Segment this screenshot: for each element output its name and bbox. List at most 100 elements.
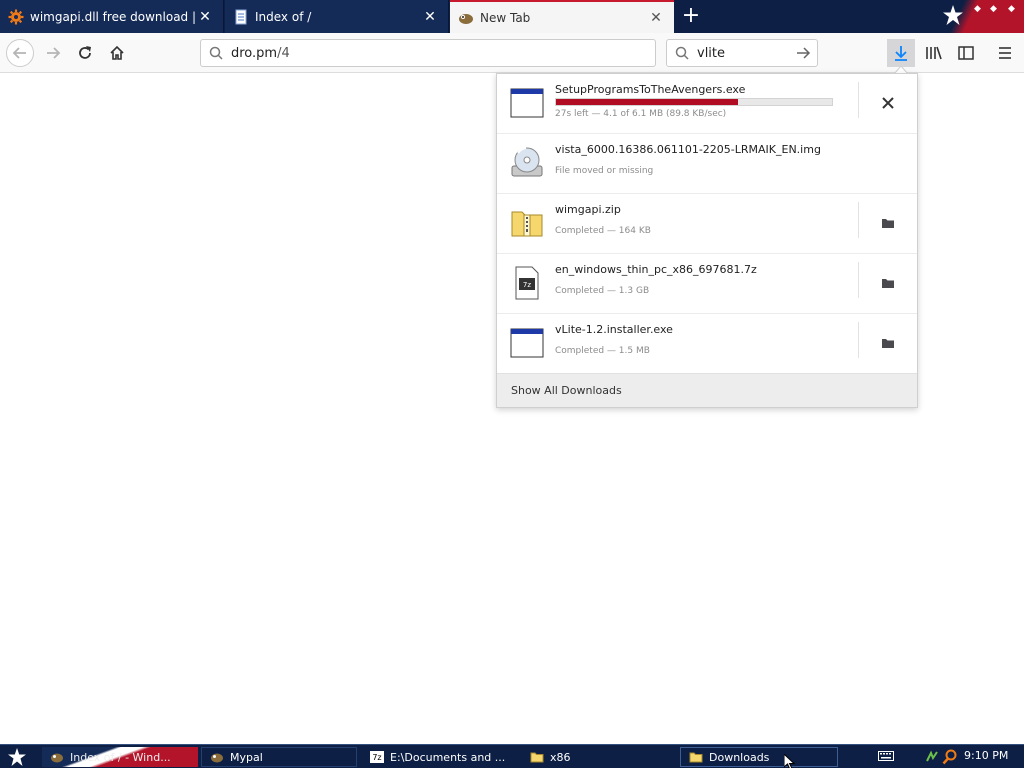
library-icon	[926, 46, 942, 60]
tab-wimgapi[interactable]: wimgapi.dll free download | DLL-fil ✕	[0, 0, 224, 33]
taskbar-clock: 9:10 PM	[964, 749, 1009, 762]
close-window-icon[interactable]: ◆	[1008, 4, 1020, 16]
folder-icon	[882, 339, 894, 348]
forward-button[interactable]	[40, 40, 66, 66]
download-status: Completed — 164 KB	[555, 226, 651, 236]
close-tab-icon[interactable]: ✕	[648, 10, 664, 26]
reload-button[interactable]	[72, 40, 98, 66]
gear-orange-icon	[8, 9, 24, 24]
downloads-button[interactable]	[887, 39, 915, 67]
document-icon	[235, 9, 247, 24]
mypal-icon	[211, 753, 223, 763]
download-filename: vista_6000.16386.061101-2205-LRMAIK_EN.i…	[555, 143, 821, 156]
cancel-download-button[interactable]	[877, 92, 899, 114]
forward-arrow-icon	[47, 47, 61, 59]
taskbar-item-7zip[interactable]: 7z E:\Documents and ...	[362, 747, 520, 767]
tab-label: wimgapi.dll free download | DLL-fil	[30, 9, 197, 24]
download-filename: wimgapi.zip	[555, 203, 621, 216]
minimize-icon[interactable]: ◆	[974, 4, 986, 16]
cancel-icon	[882, 97, 894, 109]
taskbar: Index of / - Wind... Mypal 7z E:\Documen…	[0, 744, 1024, 768]
reload-icon	[79, 46, 91, 59]
tab-index-of[interactable]: Index of / ✕	[225, 0, 449, 33]
download-item[interactable]: SetupProgramsToTheAvengers.exe 27s left …	[497, 74, 917, 134]
firefox-icon	[51, 753, 63, 763]
star-logo-icon	[943, 5, 963, 25]
home-button[interactable]	[104, 40, 130, 66]
show-all-downloads-button[interactable]: Show All Downloads	[497, 373, 917, 407]
library-button[interactable]	[921, 40, 947, 66]
open-folder-button[interactable]	[877, 332, 899, 354]
divider	[858, 202, 859, 238]
svg-text:7z: 7z	[523, 281, 531, 289]
divider	[858, 322, 859, 358]
download-status: 27s left — 4.1 of 6.1 MB (89.8 KB/sec)	[555, 109, 727, 119]
download-status: Completed — 1.3 GB	[555, 286, 650, 296]
taskbar-item-x86[interactable]: x86	[522, 747, 678, 767]
zip-folder-icon	[511, 211, 543, 237]
open-folder-button[interactable]	[877, 212, 899, 234]
taskbar-item-browser[interactable]: Index of / - Wind...	[42, 747, 198, 767]
divider	[858, 262, 859, 298]
titlebar-flag-decoration	[904, 0, 1024, 33]
search-input[interactable]: vlite	[666, 39, 818, 67]
taskbar-item-label: x86	[550, 750, 571, 764]
exe-window-icon	[510, 88, 544, 118]
back-arrow-icon	[12, 47, 26, 59]
download-status: Completed — 1.5 MB	[555, 346, 650, 356]
search-value: vlite	[697, 45, 726, 61]
folder-icon	[882, 219, 894, 228]
firefox-icon	[459, 13, 473, 24]
hamburger-menu-icon	[999, 47, 1011, 59]
taskbar-item-downloads[interactable]: Downloads	[680, 747, 838, 767]
search-tray-icon[interactable]	[942, 749, 958, 765]
progress-fill	[556, 99, 739, 105]
sidebar-button[interactable]	[953, 40, 979, 66]
open-folder-button[interactable]	[877, 272, 899, 294]
7zip-icon: 7z	[370, 751, 384, 763]
downloads-panel: SetupProgramsToTheAvengers.exe 27s left …	[496, 73, 918, 408]
tab-label: Index of /	[255, 9, 312, 24]
back-button[interactable]	[6, 39, 34, 67]
close-tab-icon[interactable]: ✕	[197, 9, 213, 25]
go-arrow-icon[interactable]	[795, 45, 811, 61]
home-icon	[110, 45, 124, 60]
navigation-toolbar: dro.pm/4 vlite	[0, 33, 1024, 73]
download-item[interactable]: wimgapi.zip Completed — 164 KB	[497, 194, 917, 254]
download-filename: SetupProgramsToTheAvengers.exe	[555, 83, 746, 96]
tab-new-tab[interactable]: New Tab ✕	[450, 0, 674, 33]
download-item[interactable]: vista_6000.16386.061101-2205-LRMAIK_EN.i…	[497, 134, 917, 194]
tab-strip: wimgapi.dll free download | DLL-fil ✕ In…	[0, 0, 1024, 33]
taskbar-item-label: Index of / - Wind...	[70, 750, 171, 764]
7z-archive-icon: 7z	[515, 266, 539, 300]
mouse-cursor-icon	[784, 754, 796, 768]
folder-icon	[689, 752, 703, 763]
maximize-icon[interactable]: ◆	[990, 4, 1002, 16]
download-arrow-icon	[895, 46, 907, 61]
keyboard-icon[interactable]	[878, 750, 894, 762]
close-tab-icon[interactable]: ✕	[422, 9, 438, 25]
download-item[interactable]: 7z en_windows_thin_pc_x86_697681.7z Comp…	[497, 254, 917, 314]
url-text: dro.pm/4	[231, 45, 290, 61]
taskbar-item-label: Downloads	[709, 750, 770, 764]
taskbar-item-mypal[interactable]: Mypal	[201, 747, 357, 767]
folder-icon	[530, 752, 544, 763]
taskbar-item-label: E:\Documents and ...	[390, 750, 506, 764]
tab-label: New Tab	[480, 10, 531, 25]
menu-button[interactable]	[992, 40, 1018, 66]
start-star-icon[interactable]	[4, 747, 30, 767]
download-item[interactable]: vLite-1.2.installer.exe Completed — 1.5 …	[497, 314, 917, 374]
sidebar-icon	[958, 46, 974, 60]
disc-image-icon	[511, 147, 543, 177]
exe-window-icon	[510, 328, 544, 358]
show-all-downloads-label: Show All Downloads	[511, 384, 622, 397]
search-icon	[675, 46, 689, 60]
new-tab-button[interactable]: +	[678, 3, 704, 29]
svg-text:7z: 7z	[372, 753, 381, 762]
download-status: File moved or missing	[555, 166, 654, 176]
network-tray-icon[interactable]	[924, 749, 940, 765]
divider	[858, 82, 859, 118]
taskbar-item-label: Mypal	[230, 750, 263, 764]
url-bar[interactable]: dro.pm/4	[200, 39, 656, 67]
download-progress-bar	[555, 98, 833, 106]
